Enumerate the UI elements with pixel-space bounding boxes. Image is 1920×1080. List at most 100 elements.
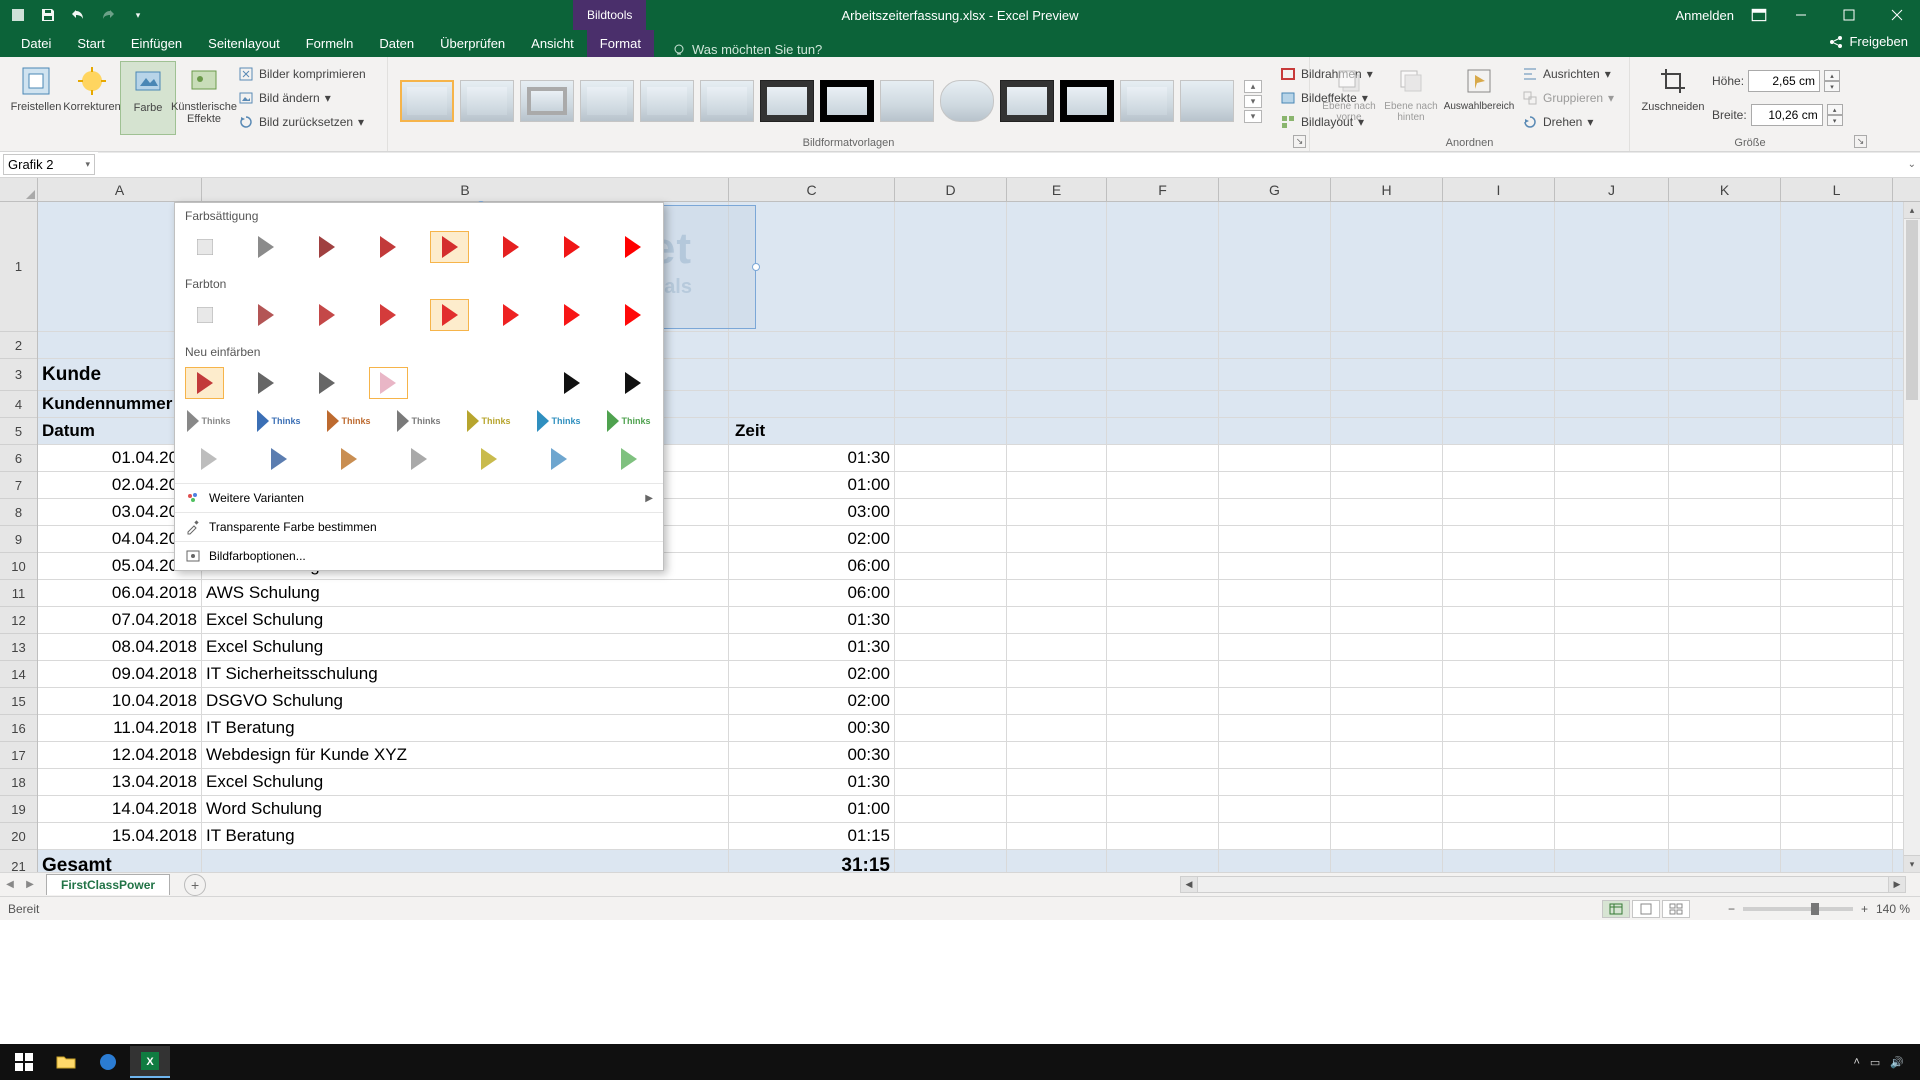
col-header-g[interactable]: G xyxy=(1219,178,1331,201)
col-header-f[interactable]: F xyxy=(1107,178,1219,201)
select-all-corner[interactable] xyxy=(0,178,38,201)
minimize-button[interactable] xyxy=(1778,0,1824,30)
row-header[interactable]: 14 xyxy=(0,661,37,688)
table-row[interactable]: 11.04.2018IT Beratung00:30 xyxy=(38,715,1920,742)
style-thumb[interactable] xyxy=(1120,80,1174,122)
hoehe-spinner[interactable]: ▴▾ xyxy=(1824,70,1840,92)
redo-icon[interactable] xyxy=(100,7,116,23)
row-header[interactable]: 18 xyxy=(0,769,37,796)
row-header[interactable]: 7 xyxy=(0,472,37,499)
hoehe-input[interactable] xyxy=(1748,70,1820,92)
style-thumb[interactable] xyxy=(760,80,814,122)
row-header[interactable]: 5 xyxy=(0,418,37,445)
row-header[interactable]: 20 xyxy=(0,823,37,850)
zoom-control[interactable]: − + 140 % xyxy=(1728,902,1910,916)
picture-styles-gallery[interactable]: ▴▾▾ xyxy=(396,61,1266,135)
style-thumb[interactable] xyxy=(580,80,634,122)
color-swatch[interactable]: Thinks xyxy=(185,405,233,437)
ribbon-display-icon[interactable] xyxy=(1750,6,1768,24)
color-swatch[interactable] xyxy=(553,299,592,331)
col-header-l[interactable]: L xyxy=(1781,178,1893,201)
color-swatch[interactable] xyxy=(246,299,285,331)
horizontal-scrollbar[interactable]: ◀ ▶ xyxy=(1180,876,1906,893)
formula-bar[interactable]: ⌄ xyxy=(98,152,1920,177)
style-thumb[interactable] xyxy=(1060,80,1114,122)
qat-customize-icon[interactable]: ▾ xyxy=(130,7,146,23)
komprimieren-button[interactable]: Bilder komprimieren xyxy=(238,63,366,85)
table-row[interactable]: 12.04.2018Webdesign für Kunde XYZ00:30 xyxy=(38,742,1920,769)
color-swatch[interactable] xyxy=(491,367,530,399)
expand-formula-bar-icon[interactable]: ⌄ xyxy=(1908,159,1916,170)
row-header[interactable]: 10 xyxy=(0,553,37,580)
zoom-in-button[interactable]: + xyxy=(1861,902,1868,916)
color-swatch[interactable] xyxy=(614,367,653,399)
color-swatch[interactable] xyxy=(308,299,347,331)
ausrichten-button[interactable]: Ausrichten ▾ xyxy=(1522,63,1614,85)
row-header[interactable]: 16 xyxy=(0,715,37,742)
color-swatch[interactable] xyxy=(255,443,303,475)
color-swatch[interactable] xyxy=(185,299,224,331)
row-header[interactable]: 4 xyxy=(0,391,37,418)
dialog-launcher[interactable]: ↘ xyxy=(1293,135,1306,148)
color-swatch[interactable] xyxy=(430,367,469,399)
sheet-nav-prev[interactable]: ◀ xyxy=(0,873,20,896)
normal-view-button[interactable] xyxy=(1602,900,1630,918)
page-layout-view-button[interactable] xyxy=(1632,900,1660,918)
table-row[interactable]: 13.04.2018Excel Schulung01:30 xyxy=(38,769,1920,796)
tab-format[interactable]: Format xyxy=(587,30,654,57)
style-thumb[interactable] xyxy=(460,80,514,122)
color-swatch[interactable]: Thinks xyxy=(605,405,653,437)
page-break-view-button[interactable] xyxy=(1662,900,1690,918)
style-thumb[interactable] xyxy=(700,80,754,122)
color-swatch[interactable] xyxy=(369,299,408,331)
color-swatch[interactable] xyxy=(185,231,224,263)
row-header[interactable]: 3 xyxy=(0,359,37,391)
row-header[interactable]: 13 xyxy=(0,634,37,661)
bild-zuruecksetzen-button[interactable]: Bild zurücksetzen ▾ xyxy=(238,111,366,133)
tab-start[interactable]: Start xyxy=(64,30,117,57)
color-swatch[interactable] xyxy=(491,231,530,263)
color-swatch[interactable] xyxy=(308,367,347,399)
color-swatch[interactable] xyxy=(491,299,530,331)
row-header[interactable]: 12 xyxy=(0,607,37,634)
table-row[interactable]: 08.04.2018Excel Schulung01:30 xyxy=(38,634,1920,661)
picture-color-options-item[interactable]: Bildfarboptionen... xyxy=(175,541,663,570)
col-header-j[interactable]: J xyxy=(1555,178,1669,201)
freistellen-button[interactable]: Freistellen xyxy=(8,61,64,135)
effekte-button[interactable]: Künstlerische Effekte xyxy=(176,61,232,135)
row-header[interactable]: 1 xyxy=(0,202,37,332)
farbe-button[interactable]: Farbe xyxy=(120,61,176,135)
color-swatch[interactable] xyxy=(605,443,653,475)
tab-seitenlayout[interactable]: Seitenlayout xyxy=(195,30,293,57)
korrekturen-button[interactable]: Korrekturen xyxy=(64,61,120,135)
bild-aendern-button[interactable]: Bild ändern ▾ xyxy=(238,87,366,109)
row-header[interactable]: 19 xyxy=(0,796,37,823)
tray-volume-icon[interactable]: 🔊 xyxy=(1890,1056,1904,1069)
tab-ueberpruefen[interactable]: Überprüfen xyxy=(427,30,518,57)
gallery-more[interactable]: ▴▾▾ xyxy=(1244,80,1262,123)
table-row[interactable]: 14.04.2018Word Schulung01:00 xyxy=(38,796,1920,823)
sheet-tab[interactable]: FirstClassPower xyxy=(46,874,170,895)
scroll-down-button[interactable]: ▾ xyxy=(1904,855,1920,872)
save-icon[interactable] xyxy=(40,7,56,23)
style-thumb[interactable] xyxy=(1000,80,1054,122)
resize-handle[interactable] xyxy=(752,263,760,271)
dialog-launcher[interactable]: ↘ xyxy=(1854,135,1867,148)
edge-button[interactable] xyxy=(88,1046,128,1078)
breite-input[interactable] xyxy=(1751,104,1823,126)
breite-field[interactable]: Breite: ▴▾ xyxy=(1708,101,1843,129)
zuschneiden-button[interactable]: Zuschneiden xyxy=(1638,61,1708,135)
excel-taskbar-button[interactable]: X xyxy=(130,1046,170,1078)
sheet-nav-next[interactable]: ▶ xyxy=(20,873,40,896)
more-variants-item[interactable]: Weitere Varianten ▶ xyxy=(175,483,663,512)
row-header[interactable]: 8 xyxy=(0,499,37,526)
col-header-a[interactable]: A xyxy=(38,178,202,201)
table-row[interactable]: 09.04.2018IT Sicherheitsschulung02:00 xyxy=(38,661,1920,688)
color-swatch[interactable]: Thinks xyxy=(465,405,513,437)
tray-chevron-icon[interactable]: ˄ xyxy=(1853,1056,1859,1068)
scroll-up-button[interactable]: ▴ xyxy=(1904,202,1920,219)
scroll-right-button[interactable]: ▶ xyxy=(1888,877,1905,892)
cells-area[interactable]: ret ls, Deals Kunde Kundennummer 100938 xyxy=(38,202,1920,872)
color-swatch[interactable] xyxy=(553,367,592,399)
breite-spinner[interactable]: ▴▾ xyxy=(1827,104,1843,126)
